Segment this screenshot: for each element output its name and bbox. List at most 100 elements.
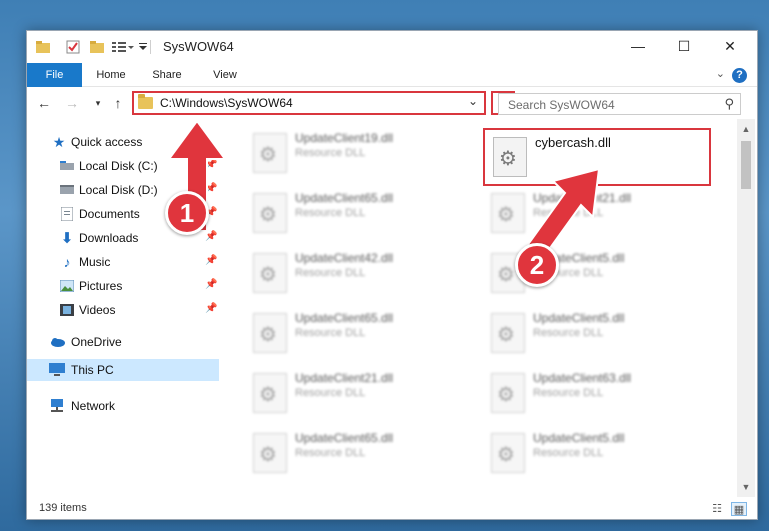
list-item[interactable]: UpdateClient5.dll Resource DLL — [485, 303, 715, 359]
search-placeholder: Search SysWOW64 — [508, 98, 615, 112]
vertical-scrollbar[interactable]: ▲ ▼ — [737, 119, 755, 497]
videos-icon — [59, 302, 75, 318]
drive-icon — [59, 182, 75, 198]
file-type: Resource DLL — [295, 147, 366, 159]
list-item[interactable]: UpdateClient19.dll Resource DLL — [247, 123, 477, 179]
help-icon[interactable]: ? — [732, 68, 747, 83]
dll-file-icon — [253, 253, 287, 293]
downloads-icon: ⬇ — [60, 230, 74, 247]
file-name: UpdateClient65.dll — [295, 431, 394, 445]
tab-file[interactable]: File — [27, 63, 82, 87]
list-item[interactable]: UpdateClient65.dll Resource DLL — [247, 183, 477, 239]
file-type: Resource DLL — [533, 387, 604, 399]
list-item[interactable]: UpdateClient42.dll Resource DLL — [247, 243, 477, 299]
window-title: SysWOW64 — [163, 39, 234, 54]
sidebar-item-music[interactable]: ♪ Music 📌 — [27, 251, 219, 273]
file-name: UpdateClient65.dll — [295, 311, 394, 325]
ribbon-tabs: File Home Share View ⌄ ? — [27, 63, 757, 87]
status-bar: 139 items ☷ ▦ — [27, 497, 757, 519]
list-item[interactable]: UpdateClient5.dll Resource DLL — [485, 423, 715, 479]
customize-toolbar-icon[interactable] — [111, 39, 135, 55]
sidebar-item-label: Downloads — [79, 231, 139, 245]
step-badge-1: 1 — [165, 191, 209, 235]
folder-icon — [138, 94, 153, 109]
sidebar-item-network[interactable]: Network — [27, 395, 219, 417]
dll-file-icon — [253, 133, 287, 173]
up-arrow-icon[interactable]: ↑ — [109, 94, 127, 112]
search-icon[interactable]: ⚲ — [724, 96, 734, 112]
file-name: UpdateClient42.dll — [295, 251, 394, 265]
chevron-down-icon[interactable]: ⌄ — [468, 94, 478, 108]
dll-file-icon — [491, 433, 525, 473]
file-name: UpdateClient21.dll — [295, 371, 394, 385]
close-button[interactable]: ✕ — [707, 31, 753, 61]
details-view-icon[interactable]: ☷ — [709, 502, 725, 516]
pin-icon[interactable]: 📌 — [205, 303, 217, 314]
sidebar-item-label: Quick access — [71, 135, 143, 149]
file-type: Resource DLL — [295, 207, 366, 219]
list-item[interactable]: UpdateClient21.dll Resource DLL — [247, 363, 477, 419]
list-item[interactable]: UpdateClient63.dll Resource DLL — [485, 363, 715, 419]
star-icon: ★ — [52, 133, 66, 150]
list-item[interactable]: UpdateClient65.dll Resource DLL — [247, 423, 477, 479]
expand-ribbon-chevron-icon[interactable]: ⌄ — [716, 67, 725, 80]
tab-view[interactable]: View — [199, 63, 251, 87]
music-icon: ♪ — [63, 254, 71, 270]
dll-file-icon — [253, 373, 287, 413]
sidebar-item-label: Local Disk (C:) — [79, 159, 158, 173]
pictures-icon — [59, 278, 75, 294]
sidebar-item-onedrive[interactable]: OneDrive — [27, 331, 219, 353]
step-badge-2: 2 — [515, 243, 559, 287]
file-name: UpdateClient63.dll — [533, 371, 632, 385]
scroll-thumb[interactable] — [741, 141, 751, 189]
dll-file-icon — [253, 193, 287, 233]
sidebar-item-pictures[interactable]: Pictures 📌 — [27, 275, 219, 297]
documents-icon — [59, 206, 75, 222]
sidebar-item-label: Network — [71, 399, 116, 413]
dll-file-icon — [491, 313, 525, 353]
sidebar-item-label: Pictures — [79, 279, 123, 293]
pin-icon[interactable]: 📌 — [205, 231, 217, 242]
forward-arrow-icon[interactable]: → — [63, 94, 81, 112]
file-type: Resource DLL — [533, 327, 604, 339]
scroll-down-icon[interactable]: ▼ — [737, 479, 755, 495]
sidebar-item-videos[interactable]: Videos 📌 — [27, 299, 219, 321]
file-type: Resource DLL — [295, 447, 366, 459]
back-arrow-icon[interactable]: ← — [35, 94, 53, 112]
large-icons-view-icon[interactable]: ▦ — [731, 502, 747, 516]
address-row: ← → ▾ ↑ C:\Windows\SysWOW64 ⌄ ↻ Search S… — [27, 87, 757, 119]
sidebar-item-label: This PC — [71, 363, 114, 377]
tab-home[interactable]: Home — [85, 63, 137, 87]
item-count: 139 items — [39, 502, 87, 514]
pin-icon[interactable]: 📌 — [205, 279, 217, 290]
file-name: UpdateClient65.dll — [295, 191, 394, 205]
search-input[interactable]: Search SysWOW64 ⚲ — [498, 93, 741, 115]
cloud-icon — [49, 334, 65, 350]
dll-file-icon — [491, 373, 525, 413]
pin-icon[interactable]: 📌 — [205, 255, 217, 266]
file-name: UpdateClient5.dll — [533, 311, 625, 325]
computer-icon — [49, 362, 65, 378]
dll-file-icon — [253, 313, 287, 353]
properties-icon[interactable] — [65, 39, 81, 55]
sidebar-item-label: Music — [79, 255, 111, 269]
sidebar-item-label: Local Disk (D:) — [79, 183, 158, 197]
scroll-up-icon[interactable]: ▲ — [737, 121, 755, 137]
dll-file-icon — [253, 433, 287, 473]
maximize-button[interactable]: ☐ — [661, 31, 707, 61]
file-type: Resource DLL — [295, 327, 366, 339]
folder-icon — [35, 39, 51, 55]
minimize-button[interactable]: — — [615, 31, 661, 61]
address-bar[interactable]: C:\Windows\SysWOW64 ⌄ — [132, 91, 486, 115]
title-separator — [150, 40, 151, 54]
tab-share[interactable]: Share — [141, 63, 193, 87]
recent-locations-chevron-icon[interactable]: ▾ — [89, 94, 107, 112]
sidebar-item-label: Videos — [79, 303, 116, 317]
address-path[interactable]: C:\Windows\SysWOW64 — [160, 96, 293, 110]
sidebar-item-this-pc[interactable]: This PC — [27, 359, 219, 381]
new-folder-icon[interactable] — [89, 39, 105, 55]
list-item[interactable]: UpdateClient65.dll Resource DLL — [247, 303, 477, 359]
chevron-down-icon[interactable] — [135, 39, 151, 55]
title-bar: SysWOW64 — ☐ ✕ — [27, 31, 757, 63]
file-type: Resource DLL — [295, 267, 366, 279]
